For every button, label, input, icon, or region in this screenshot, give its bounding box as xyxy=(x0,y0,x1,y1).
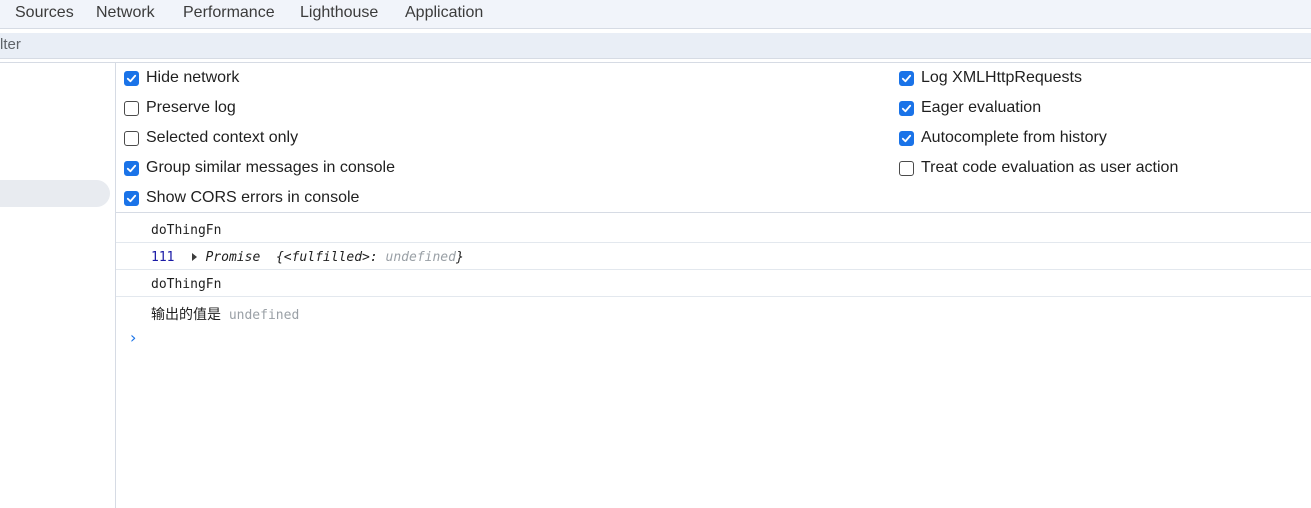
autocomplete-history-option[interactable]: Autocomplete from history xyxy=(899,127,1107,149)
treat-code-evaluation-label: Treat code evaluation as user action xyxy=(921,159,1179,176)
result-number: 111 xyxy=(151,250,175,265)
selected-context-label: Selected context only xyxy=(146,129,299,146)
tab-lighthouse[interactable]: Lighthouse xyxy=(300,0,378,28)
console-result: 111 Promise {<fulfilled>: undefined} xyxy=(151,250,464,265)
log-label: 输出的值是 xyxy=(151,307,221,323)
devtools-tabbar: Sources Network Performance Lighthouse A… xyxy=(0,0,1311,29)
eager-evaluation-checkbox[interactable] xyxy=(899,100,914,116)
show-cors-label: Show CORS errors in console xyxy=(146,189,360,206)
eager-evaluation-option[interactable]: Eager evaluation xyxy=(899,97,1041,119)
filter-bar[interactable]: lter xyxy=(0,33,1311,59)
console-prompt-icon[interactable]: › xyxy=(130,328,136,347)
preserve-log-checkbox[interactable] xyxy=(124,100,139,116)
promise-type[interactable]: Promise xyxy=(205,250,260,265)
promise-state: {<fulfilled>: xyxy=(275,250,386,265)
show-cors-option[interactable]: Show CORS errors in console xyxy=(124,187,359,209)
console-message-text: doThingFn xyxy=(151,277,222,292)
console-settings-panel: Hide network Preserve log Selected conte… xyxy=(116,63,1311,213)
tab-performance[interactable]: Performance xyxy=(183,0,275,28)
hide-network-checkbox[interactable] xyxy=(124,70,139,86)
group-similar-checkbox[interactable] xyxy=(124,160,139,176)
show-cors-checkbox[interactable] xyxy=(124,190,139,206)
preserve-log-option[interactable]: Preserve log xyxy=(124,97,236,119)
console-message: doThingFn xyxy=(116,270,1311,297)
eager-evaluation-label: Eager evaluation xyxy=(921,99,1042,116)
console-message-text: doThingFn xyxy=(151,223,222,238)
console-message: doThingFn xyxy=(116,216,1311,243)
tab-application[interactable]: Application xyxy=(405,0,483,28)
console-sidebar xyxy=(0,63,116,508)
console-log-line: 输出的值是 undefined xyxy=(151,304,299,324)
log-xhr-checkbox[interactable] xyxy=(899,70,914,86)
treat-code-evaluation-option[interactable]: Treat code evaluation as user action xyxy=(899,157,1178,179)
hide-network-label: Hide network xyxy=(146,69,240,86)
log-value: undefined xyxy=(228,308,300,323)
group-similar-label: Group similar messages in console xyxy=(146,159,395,176)
tab-sources[interactable]: Sources xyxy=(15,0,74,28)
selected-context-option[interactable]: Selected context only xyxy=(124,127,298,149)
expand-triangle-icon[interactable] xyxy=(192,253,198,261)
log-xhr-label: Log XMLHttpRequests xyxy=(921,69,1082,86)
preserve-log-label: Preserve log xyxy=(146,99,236,116)
promise-value: undefined xyxy=(385,250,456,265)
filter-input[interactable]: lter xyxy=(0,36,21,53)
autocomplete-history-checkbox[interactable] xyxy=(899,130,914,146)
console-message: 输出的值是 undefined xyxy=(116,297,1311,324)
hide-network-option[interactable]: Hide network xyxy=(124,67,239,89)
group-similar-option[interactable]: Group similar messages in console xyxy=(124,157,395,179)
autocomplete-history-label: Autocomplete from history xyxy=(921,129,1107,146)
console-output: doThingFn 111 Promise {<fulfilled>: undef… xyxy=(116,214,1311,508)
promise-close: } xyxy=(455,250,464,265)
log-xhr-option[interactable]: Log XMLHttpRequests xyxy=(899,67,1082,89)
sidebar-selected-item[interactable] xyxy=(0,180,110,207)
console-message: 111 Promise {<fulfilled>: undefined} xyxy=(116,243,1311,270)
selected-context-checkbox[interactable] xyxy=(124,130,139,146)
tab-network[interactable]: Network xyxy=(96,0,155,28)
treat-code-evaluation-checkbox[interactable] xyxy=(899,160,914,176)
